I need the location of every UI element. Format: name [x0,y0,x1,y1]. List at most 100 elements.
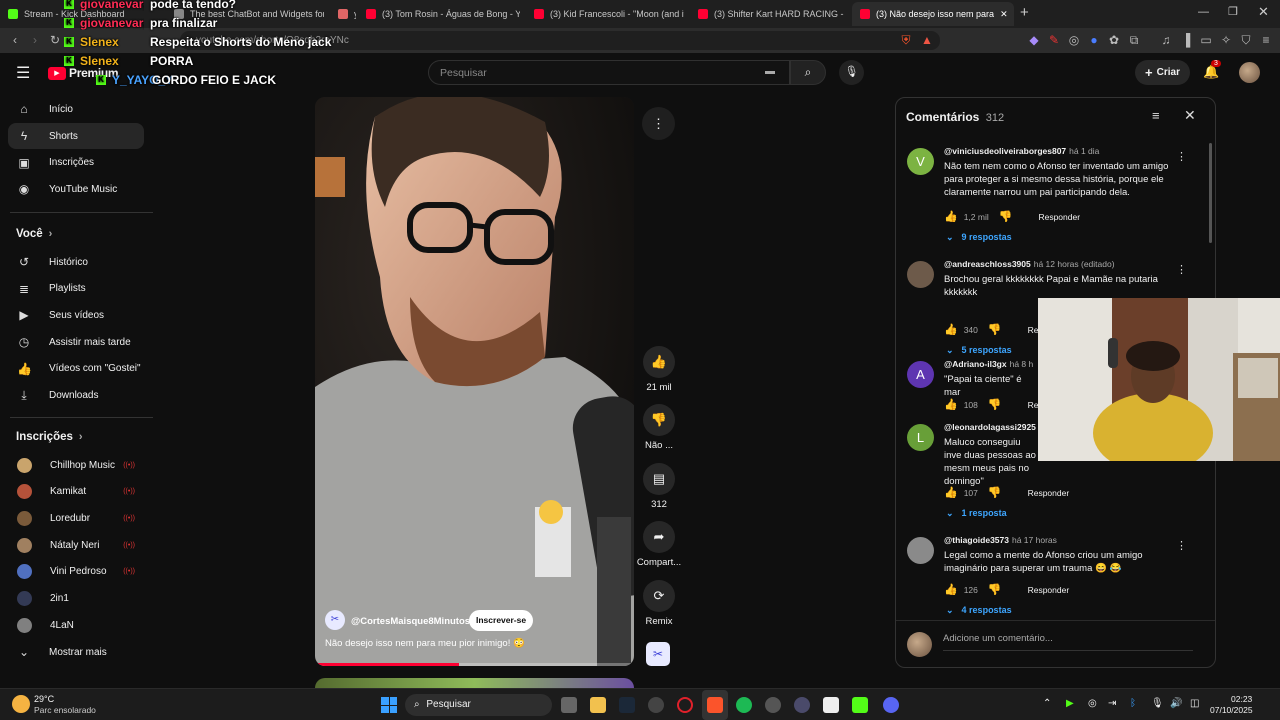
music-control-icon[interactable]: ♫ [1157,28,1175,53]
minimize-icon[interactable]: — [1198,6,1209,18]
comment-avatar[interactable] [907,261,934,288]
weather-temp[interactable]: 29°C [34,694,54,704]
comment-author[interactable]: @leonardolagassi2925 [944,422,1036,432]
browser-tab[interactable]: (3) Tom Rosin - Águas de Bong - You [358,2,520,26]
tray-icon-2[interactable]: ⇥ [1108,698,1116,709]
sidebar-toggle-icon[interactable]: ▐ [1177,28,1195,53]
sidebar-item[interactable]: Vini Pedroso ((•)) [0,559,155,586]
sidebar-item[interactable]: Loredubr ((•)) [0,505,155,532]
like-icon[interactable]: 👍 [944,486,958,499]
comment-button[interactable]: ▤ 312 [634,463,684,510]
like-icon[interactable]: 👍 [944,583,958,596]
sidebar-item[interactable]: 👍 Vídeos com "Gostei" [0,356,155,383]
obs-icon[interactable] [648,697,664,713]
sort-icon[interactable]: ≡ [1152,108,1160,123]
view-replies-button[interactable]: ⌄ 1 resposta [946,508,1007,519]
subscriptions-section-header[interactable]: Inscrições › [0,422,155,452]
sidebar-item[interactable]: 4LaN [0,612,155,639]
comment-avatar[interactable] [907,537,934,564]
like-icon[interactable]: 👍 [944,323,958,336]
comment-time[interactable]: há 17 horas [1012,535,1057,545]
new-tab-button[interactable]: + [1020,4,1029,21]
extension-icon-5[interactable]: ✿ [1105,28,1123,53]
extensions-icon[interactable]: ⧉ [1125,28,1143,53]
comment-menu-icon[interactable]: ⋮ [1176,150,1187,163]
tray-chevron-icon[interactable]: ⌃ [1043,698,1051,709]
video-progress-track[interactable] [315,663,634,666]
comment-avatar[interactable]: V [907,148,934,175]
wallet-icon[interactable]: ▭ [1197,28,1215,53]
sidebar-item[interactable]: ↺ Histórico [0,249,155,276]
tab-close-icon[interactable]: ✕ [1000,9,1008,20]
browser-tab[interactable]: ytb [330,2,356,26]
browser-tab[interactable]: (3) Shifter Kart HARD RACING - POV [690,2,846,26]
share-button[interactable]: ➦ Compart... [634,521,684,568]
view-replies-button[interactable]: ⌄ 9 respostas [946,232,1012,243]
extension-icon-3[interactable]: ◎ [1065,28,1083,53]
channel-name[interactable]: @CortesMaisque8Minutos [351,616,470,627]
start-button[interactable] [381,697,397,713]
browser-tab[interactable]: (3) Kid Francescoli - "Moon (and it w [526,2,684,26]
remix-button[interactable]: ⟳ Remix [634,580,684,627]
weather-icon[interactable] [12,695,30,713]
extension-icon-2[interactable]: ✎ [1045,28,1063,53]
sidebar-item[interactable]: ≣ Playlists [0,275,155,302]
search-button[interactable]: ⌕ [790,60,826,85]
tray-icon-1[interactable]: ◎ [1088,698,1097,709]
view-replies-button[interactable]: ⌄ 5 respostas [946,345,1012,356]
clock-time[interactable]: 02:23 [1231,694,1252,704]
bluetooth-icon[interactable]: ᛒ [1130,698,1136,709]
leo-icon[interactable]: ✧ [1217,28,1235,53]
menu-icon[interactable]: ≡ [1257,28,1275,53]
brave-shield-icon[interactable]: ⛨ [897,28,915,53]
app-icon-1[interactable] [765,697,781,713]
voice-search-button[interactable]: 🎙 [839,60,864,85]
discord-icon[interactable] [883,697,899,713]
sidebar-item[interactable]: ⤓ Downloads [0,382,155,409]
sidebar-item[interactable]: ◉ YouTube Music [0,176,155,203]
avatar[interactable] [1239,62,1260,83]
dislike-icon[interactable]: 👎 [999,210,1013,223]
keyboard-icon[interactable]: ▬ [765,66,775,77]
file-icon[interactable] [823,697,839,713]
sidebar-item[interactable]: ◷ Assistir mais tarde [0,329,155,356]
comment-author[interactable]: @andreaschloss3905 [944,259,1031,269]
clock-date[interactable]: 07/10/2025 [1210,705,1253,715]
sidebar-item[interactable]: ⌂ Início [0,96,155,123]
create-button[interactable]: + Criar [1135,60,1190,85]
dislike-button[interactable]: 👎 Não ... [634,404,684,451]
extension-icon-4[interactable]: ● [1085,28,1103,53]
brave-icon[interactable] [707,697,723,713]
dislike-icon[interactable]: 👎 [988,323,1002,336]
opera-icon[interactable] [677,697,693,713]
comment-menu-icon[interactable]: ⋮ [1176,539,1187,552]
volume-icon[interactable]: 🔊 [1170,698,1182,709]
you-section-header[interactable]: Você › [0,219,155,249]
comment-time[interactable]: há 1 dia [1069,146,1099,156]
comment-author[interactable]: @Adriano-il3gx [944,359,1007,369]
like-button[interactable]: 👍 21 mil [634,346,684,393]
sidebar-item[interactable]: ▣ Inscrições [0,149,155,176]
close-window-icon[interactable]: ✕ [1258,4,1269,20]
extension-icon-1[interactable]: ◆ [1025,28,1043,53]
comment-time[interactable]: há 8 h [1010,359,1034,369]
browser-tab[interactable]: (3) Não desejo isso nem para ✕ [852,2,1014,26]
reload-icon[interactable]: ↻ [46,28,64,53]
dislike-icon[interactable]: 👎 [988,583,1002,596]
comments-scrollbar[interactable] [1209,143,1212,243]
comment-avatar[interactable]: A [907,361,934,388]
reply-button[interactable]: Responder [1038,212,1080,222]
close-icon[interactable]: ✕ [1184,107,1196,124]
like-icon[interactable]: 👍 [944,398,958,411]
sidebar-item[interactable]: Chillhop Music ((•)) [0,452,155,479]
sidebar-item[interactable]: ▶ Seus vídeos [0,302,155,329]
comment-menu-icon[interactable]: ⋮ [1176,263,1187,276]
search-input[interactable]: Pesquisar ▬ [428,60,790,85]
spotify-icon[interactable] [736,697,752,713]
hamburger-menu-icon[interactable]: ☰ [16,63,30,83]
dislike-icon[interactable]: 👎 [988,398,1002,411]
sidebar-item[interactable]: ϟ Shorts [8,122,144,150]
reply-button[interactable]: Responder [1028,488,1070,498]
sidebar-item[interactable]: 2in1 [0,585,155,612]
add-comment-input[interactable]: Adicione um comentário... [943,633,1193,651]
